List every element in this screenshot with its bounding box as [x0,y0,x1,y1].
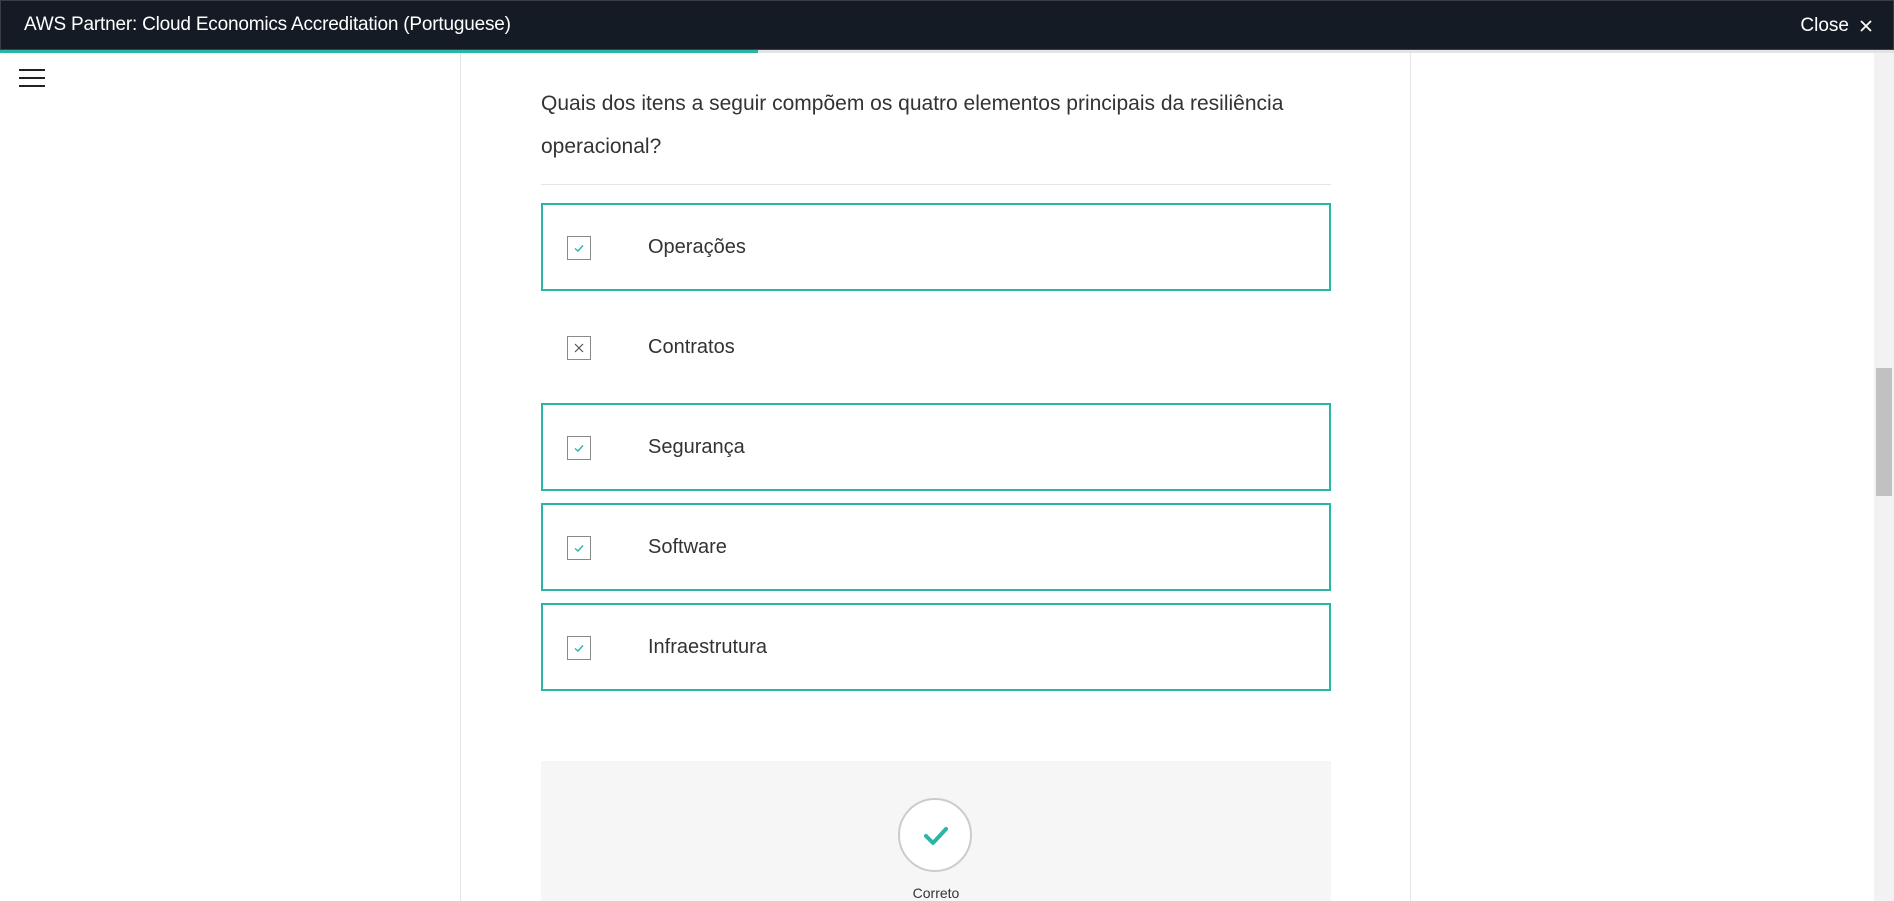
close-button[interactable]: Close [1800,15,1873,37]
scrollbar-thumb[interactable] [1876,368,1892,496]
result-label: Correto [912,885,960,901]
answer-label: Infraestrutura [648,636,767,658]
answer-label: Software [648,536,727,558]
question-text: Quais dos itens a seguir compõem os quat… [541,92,1284,158]
checkbox-checked-icon[interactable] [567,236,591,260]
answer-option-operacoes[interactable]: Operações [541,203,1331,291]
checkmark-circle-icon [898,798,972,872]
close-label: Close [1800,15,1849,36]
answer-option-contratos[interactable]: Contratos [541,303,1331,391]
checkbox-checked-icon[interactable] [567,436,591,460]
feedback-panel: Correto [541,761,1331,901]
vertical-scrollbar[interactable] [1874,53,1894,901]
checkbox-checked-icon[interactable] [567,636,591,660]
checkbox-checked-icon[interactable] [567,536,591,560]
answer-option-seguranca[interactable]: Segurança [541,403,1331,491]
hamburger-menu-icon[interactable] [19,67,45,89]
top-bar: AWS Partner: Cloud Economics Accreditati… [0,0,1894,50]
answer-label: Contratos [648,336,735,358]
answer-label: Operações [648,236,746,258]
checkbox-cross-icon[interactable] [567,336,591,360]
answer-option-infraestrutura[interactable]: Infraestrutura [541,603,1331,691]
close-icon[interactable] [1859,19,1873,33]
divider [541,184,1331,185]
answer-label: Segurança [648,436,745,458]
course-title: AWS Partner: Cloud Economics Accreditati… [24,14,511,35]
answer-option-software[interactable]: Software [541,503,1331,591]
